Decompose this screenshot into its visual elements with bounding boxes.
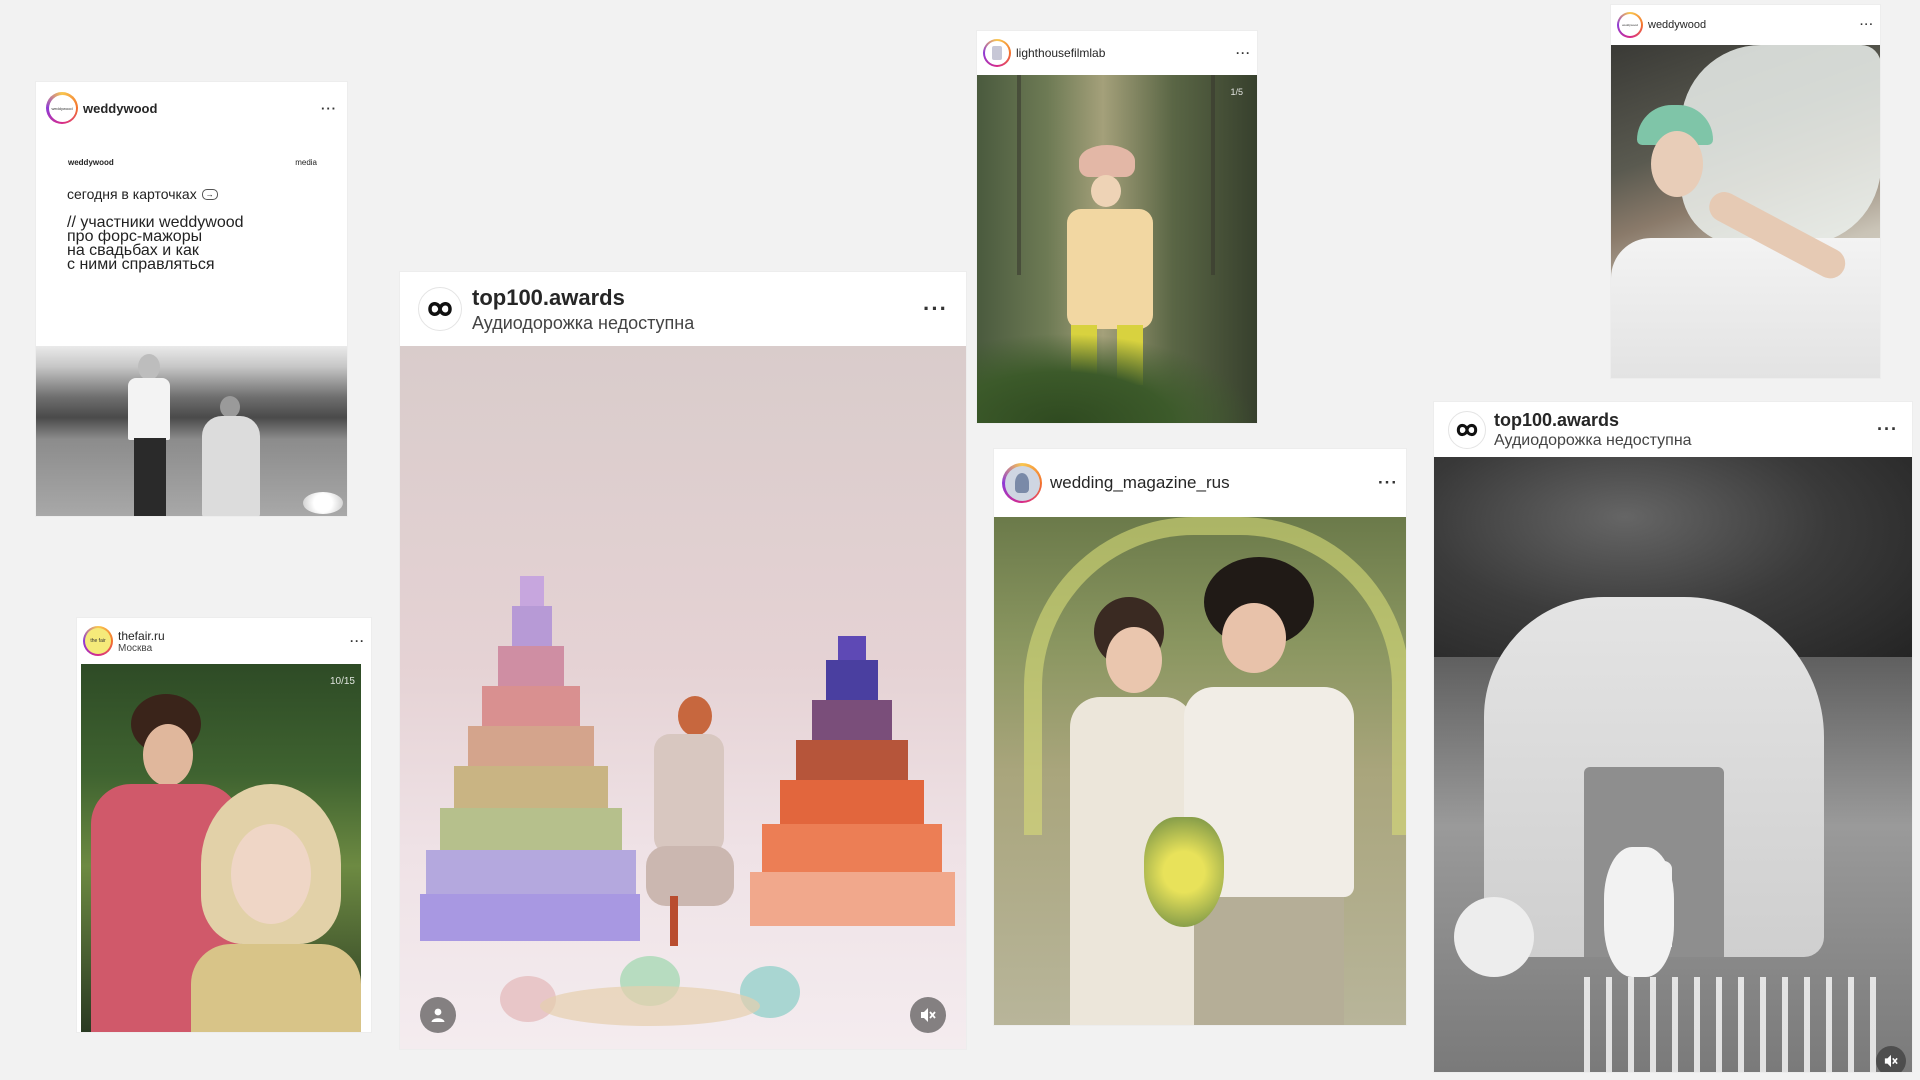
post-image[interactable] — [1434, 457, 1912, 1072]
card-brand: weddywood — [68, 158, 114, 167]
post-top100-pyramids: top100.awards Аудиодорожка недоступна ··… — [400, 272, 966, 1049]
bride-figure — [196, 396, 266, 516]
carousel-counter: 1/5 — [1230, 87, 1243, 97]
post-header: lighthousefilmlab ··· — [977, 31, 1257, 75]
arrow-icon: → — [201, 188, 218, 200]
mute-icon[interactable] — [1876, 1046, 1906, 1072]
avatar[interactable]: the fair — [83, 626, 113, 656]
more-dots-icon[interactable]: ··· — [923, 296, 948, 322]
more-dots-icon[interactable]: ··· — [350, 634, 365, 648]
infinity-glyph-icon — [1456, 423, 1478, 436]
more-dots-icon[interactable]: ··· — [1378, 473, 1398, 493]
more-dots-icon[interactable]: ··· — [1236, 46, 1251, 60]
card-heading: сегодня в карточках → — [67, 186, 218, 202]
avatar[interactable] — [1002, 463, 1042, 503]
username[interactable]: wedding_magazine_rus — [1050, 473, 1230, 493]
groom-figure — [1174, 557, 1374, 1025]
yarn-pile — [500, 946, 800, 1036]
post-image[interactable]: 10/15 — [81, 664, 361, 1032]
username[interactable]: lighthousefilmlab — [1016, 46, 1105, 60]
top100-logo-icon[interactable] — [1448, 410, 1486, 449]
card-tag: media — [295, 158, 317, 167]
text-card: weddywood media сегодня в карточках → //… — [36, 134, 347, 346]
post-image[interactable] — [400, 346, 966, 1049]
post-weddywood-veil: weddywood weddywood ··· — [1611, 5, 1880, 378]
user-tag-icon[interactable] — [420, 997, 456, 1033]
username[interactable]: weddywood — [1648, 19, 1706, 31]
post-image[interactable] — [994, 517, 1406, 1025]
flower-arrangements — [1454, 847, 1894, 987]
carousel-counter: 10/15 — [329, 676, 355, 687]
bouquet — [1144, 817, 1224, 927]
more-dots-icon[interactable]: ··· — [1877, 419, 1898, 440]
foliage — [977, 333, 1257, 423]
post-thefair: the fair thefair.ru Москва ··· 10/15 — [77, 618, 371, 1032]
bouquet — [303, 492, 343, 514]
avatar[interactable]: weddywood — [1617, 12, 1643, 38]
post-image[interactable] — [1611, 45, 1880, 378]
post-header: wedding_magazine_rus ··· — [994, 449, 1406, 517]
post-lighthousefilmlab: lighthousefilmlab ··· 1/5 — [977, 31, 1257, 423]
groom-figure — [126, 354, 170, 516]
card-body: // участники weddywood про форс-мажоры н… — [67, 214, 244, 273]
location-label[interactable]: Москва — [118, 643, 165, 654]
post-image[interactable] — [36, 346, 347, 516]
post-weddywood-card: weddywood weddywood ··· weddywood media … — [36, 82, 347, 516]
username[interactable]: top100.awards — [1494, 410, 1692, 431]
avatar-logo-text: weddywood — [51, 105, 73, 111]
username[interactable]: top100.awards — [472, 285, 694, 311]
avatar[interactable]: weddywood — [46, 92, 78, 124]
mute-icon[interactable] — [910, 997, 946, 1033]
top100-logo-icon[interactable] — [418, 287, 462, 331]
avatar[interactable] — [983, 39, 1011, 67]
post-header: top100.awards Аудиодорожка недоступна ··… — [400, 272, 966, 346]
post-wedding-magazine: wedding_magazine_rus ··· — [994, 449, 1406, 1025]
post-header: weddywood weddywood ··· — [36, 82, 347, 134]
more-dots-icon[interactable]: ··· — [1860, 19, 1874, 31]
model-face — [1637, 105, 1717, 205]
username[interactable]: weddywood — [83, 101, 157, 116]
post-header: the fair thefair.ru Москва ··· — [77, 618, 371, 664]
audio-unavailable-label: Аудиодорожка недоступна — [1494, 431, 1692, 449]
post-header: weddywood weddywood ··· — [1611, 5, 1880, 45]
post-top100-ceremony: top100.awards Аудиодорожка недоступна ··… — [1434, 402, 1912, 1072]
post-header: top100.awards Аудиодорожка недоступна ··… — [1434, 402, 1912, 457]
audio-unavailable-label: Аудиодорожка недоступна — [472, 312, 695, 333]
infinity-glyph-icon — [428, 302, 452, 316]
username[interactable]: thefair.ru — [118, 629, 165, 643]
post-image[interactable]: 1/5 — [977, 75, 1257, 423]
model-figure — [628, 696, 748, 946]
chair-rows — [1584, 977, 1884, 1072]
more-dots-icon[interactable]: ··· — [321, 101, 337, 116]
woman-figure — [181, 784, 361, 1032]
glass-pyramid-right — [750, 636, 955, 926]
glass-pyramid-left — [420, 576, 640, 941]
